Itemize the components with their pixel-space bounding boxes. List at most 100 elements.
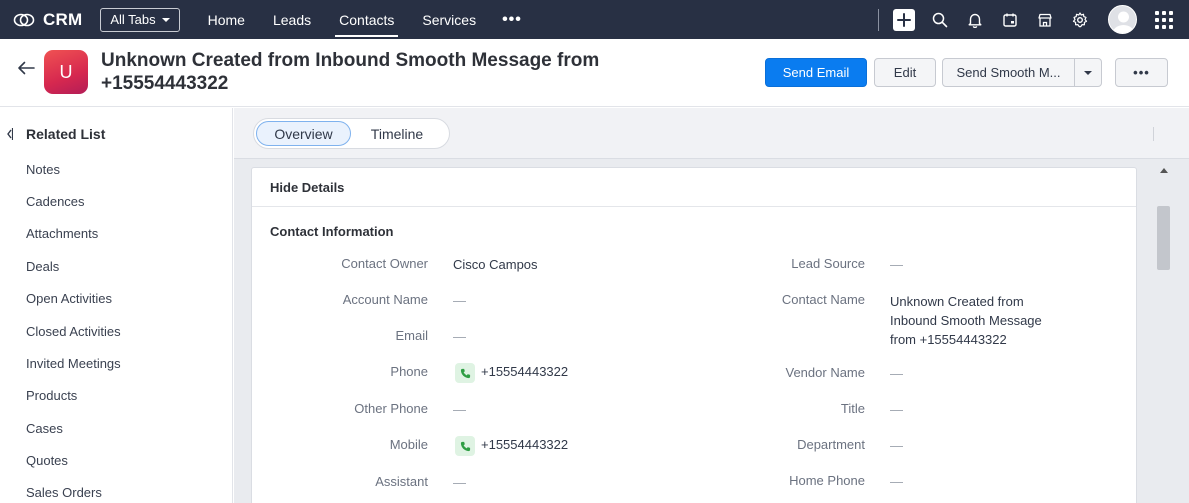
field-value-title[interactable]: — [890, 402, 903, 417]
contact-name-line-2: Inbound Smooth Message [890, 313, 1042, 328]
send-email-button[interactable]: Send Email [765, 58, 867, 87]
field-value-contact-owner[interactable]: Cisco Campos [453, 257, 538, 272]
sidebar-item-closed-activities[interactable]: Closed Activities [26, 324, 121, 339]
field-value-account-name[interactable]: — [453, 293, 466, 308]
field-value-phone[interactable]: +15554443322 [481, 364, 568, 379]
apps-grid-icon[interactable] [1153, 9, 1175, 31]
crm-logo[interactable]: CRM [13, 10, 82, 30]
field-label-home-phone: Home Phone [789, 473, 865, 488]
contact-name-line-1: Unknown Created from [890, 294, 1024, 309]
add-icon [897, 12, 911, 27]
field-label-mobile: Mobile [389, 437, 428, 452]
hide-details-header[interactable]: Hide Details [252, 168, 1136, 207]
collapse-sidebar-icon[interactable] [7, 128, 13, 140]
sidebar-item-open-activities[interactable]: Open Activities [26, 291, 112, 306]
chevron-down-icon [161, 17, 170, 22]
phone-call-button[interactable] [455, 363, 475, 383]
all-tabs-label: All Tabs [110, 12, 156, 27]
nav-link-leads[interactable]: Leads [273, 0, 311, 39]
field-value-contact-name[interactable]: Unknown Created from Inbound Smooth Mess… [890, 292, 1042, 349]
main-content: Overview Timeline Hide Details Contact I… [234, 108, 1189, 503]
nav-divider [878, 8, 879, 31]
more-actions-button[interactable]: ••• [1115, 58, 1168, 87]
record-title-line-1: Unknown Created from Inbound Smooth Mess… [101, 50, 600, 71]
sidebar-item-invited-meetings[interactable]: Invited Meetings [26, 356, 121, 371]
field-label-account-name: Account Name [342, 292, 428, 307]
field-value-lead-source[interactable]: — [890, 257, 903, 272]
field-value-mobile[interactable]: +15554443322 [481, 437, 568, 452]
sidebar-item-deals[interactable]: Deals [26, 259, 59, 274]
phone-icon [460, 368, 470, 378]
field-label-other-phone: Other Phone [354, 401, 428, 416]
related-list-sidebar: Related List Notes Cadences Attachments … [0, 108, 233, 503]
vertical-scrollbar[interactable] [1154, 160, 1174, 503]
field-label-lead-source: Lead Source [791, 256, 865, 271]
field-value-department[interactable]: — [890, 438, 903, 453]
all-tabs-button[interactable]: All Tabs [100, 7, 180, 32]
section-title: Contact Information [270, 224, 394, 239]
field-label-assistant: Assistant [375, 474, 428, 489]
sidebar-item-notes[interactable]: Notes [26, 162, 60, 177]
nav-more-button[interactable]: ••• [502, 11, 522, 29]
contact-name-line-3: from +15554443322 [890, 332, 1007, 347]
tab-overview[interactable]: Overview [256, 121, 351, 146]
sidebar-item-attachments[interactable]: Attachments [26, 226, 98, 241]
record-avatar: U [44, 50, 88, 94]
hide-details-label: Hide Details [270, 180, 345, 195]
field-label-title: Title [840, 401, 865, 416]
sidebar-item-cases[interactable]: Cases [26, 421, 63, 436]
notifications-button[interactable] [964, 9, 986, 31]
field-value-other-phone[interactable]: — [453, 402, 466, 417]
sidebar-item-products[interactable]: Products [26, 388, 77, 403]
calendar-button[interactable] [999, 9, 1021, 31]
nav-right-actions [878, 0, 1189, 39]
crm-logo-icon [13, 13, 35, 26]
marketplace-button[interactable] [1034, 9, 1056, 31]
sidebar-item-quotes[interactable]: Quotes [26, 453, 68, 468]
send-smooth-message-button[interactable]: Send Smooth M... [942, 58, 1075, 87]
field-value-vendor-name[interactable]: — [890, 366, 903, 381]
back-button[interactable] [17, 61, 35, 80]
divider [1153, 127, 1154, 141]
mobile-call-button[interactable] [455, 436, 475, 456]
tab-timeline[interactable]: Timeline [359, 121, 435, 146]
send-smooth-dropdown-button[interactable] [1074, 58, 1102, 87]
nav-link-services[interactable]: Services [422, 0, 476, 39]
record-header: U Unknown Created from Inbound Smooth Me… [0, 39, 1189, 107]
user-avatar[interactable] [1108, 5, 1137, 34]
app-name: CRM [43, 9, 83, 29]
gear-icon [1072, 11, 1088, 27]
field-value-email[interactable]: — [453, 329, 466, 344]
field-value-assistant[interactable]: — [453, 475, 466, 490]
store-icon [1038, 13, 1052, 27]
settings-button[interactable] [1069, 9, 1091, 31]
chevron-down-icon [1084, 70, 1092, 75]
record-title: Unknown Created from Inbound Smooth Mess… [101, 49, 601, 95]
record-title-line-2: +15554443322 [101, 73, 229, 94]
phone-icon [460, 441, 470, 451]
add-button[interactable] [893, 8, 915, 31]
search-icon [932, 12, 948, 27]
scroll-up-arrow-icon[interactable] [1160, 168, 1168, 173]
details-card: Hide Details Contact Information Contact… [251, 167, 1137, 503]
top-navigation-bar: CRM All Tabs Home Leads Contacts Service… [0, 0, 1189, 39]
field-label-contact-name: Contact Name [781, 292, 865, 307]
view-tabs: Overview Timeline [253, 118, 450, 149]
field-label-vendor-name: Vendor Name [785, 365, 866, 380]
search-button[interactable] [929, 9, 951, 31]
edit-button[interactable]: Edit [874, 58, 936, 87]
sidebar-item-sales-orders[interactable]: Sales Orders [26, 485, 102, 500]
nav-link-home[interactable]: Home [208, 0, 245, 39]
field-label-contact-owner: Contact Owner [341, 256, 428, 271]
field-value-home-phone[interactable]: — [890, 474, 903, 489]
tabs-bar: Overview Timeline [234, 108, 1189, 159]
user-icon [1112, 11, 1135, 33]
calendar-icon [1003, 13, 1017, 27]
sidebar-item-cadences[interactable]: Cadences [26, 194, 85, 209]
scrollbar-thumb[interactable] [1157, 206, 1170, 270]
arrow-left-icon [18, 61, 35, 75]
field-label-department: Department [797, 437, 865, 452]
bell-icon [968, 13, 982, 28]
nav-link-contacts[interactable]: Contacts [335, 0, 399, 39]
related-list-heading: Related List [26, 126, 106, 142]
